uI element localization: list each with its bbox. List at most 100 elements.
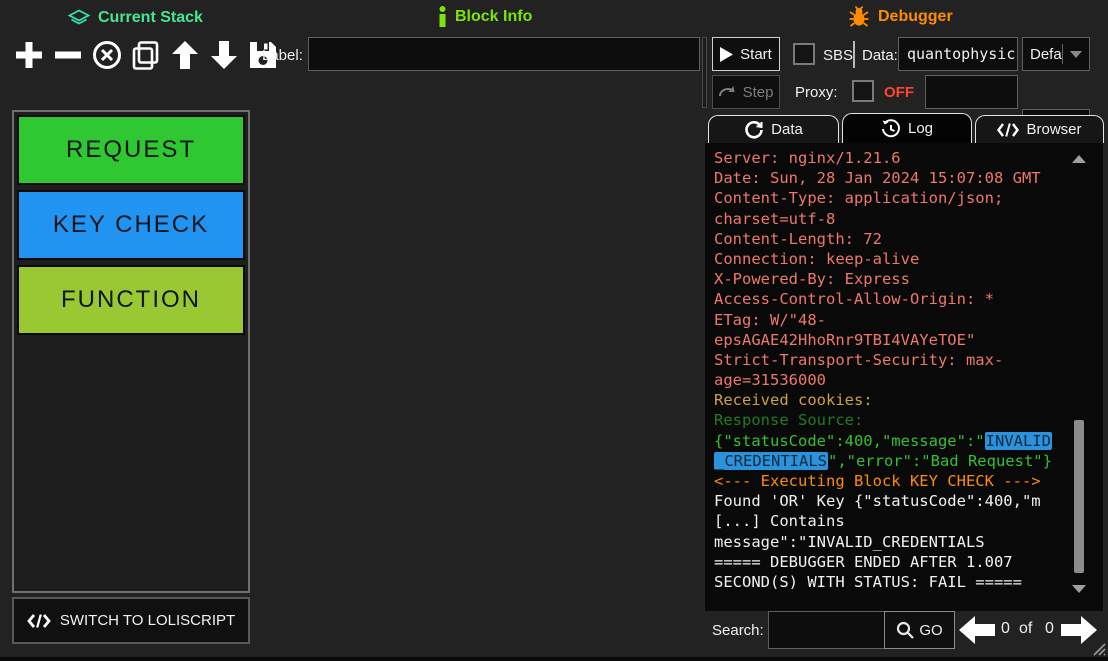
tab-browser[interactable]: Browser [975, 115, 1104, 143]
log-scrollbar-thumb[interactable] [1074, 420, 1084, 573]
minus-icon [52, 39, 84, 71]
log-segment: ETag: W/"48- [714, 311, 826, 329]
history-icon [881, 119, 901, 139]
start-button[interactable]: Start [712, 37, 780, 71]
log-segment: Received cookies: [714, 391, 873, 409]
stack-block-key-check[interactable]: KEY CHECK [17, 190, 245, 260]
log-segment: epsAGAE42HhoRnr9TBI4VAYeTOE" [714, 331, 975, 349]
log-segment: Access-Control-Allow-Origin: * [714, 290, 994, 308]
resize-grip[interactable] [1091, 641, 1106, 656]
log-segment: ===== DEBUGGER ENDED AFTER 1.007 [714, 553, 1013, 571]
log-segment: message":"INVALID_CREDENTIALS [714, 533, 985, 551]
switch-to-loliscript-button[interactable]: SWITCH TO LOLISCRIPT [12, 597, 250, 644]
layers-icon [67, 6, 91, 30]
pane-splitter[interactable] [702, 37, 707, 108]
stack-block-function[interactable]: FUNCTION [17, 265, 245, 335]
log-segment: Content-Length: 72 [714, 230, 882, 248]
arrow-up-icon [169, 39, 201, 71]
data-input[interactable] [898, 37, 1018, 71]
proxy-status: OFF [884, 84, 914, 101]
switch-button-label: SWITCH TO LOLISCRIPT [60, 612, 235, 629]
log-segment: [...] Contains [714, 512, 845, 530]
debugger-title: Debugger [847, 5, 953, 29]
move-up-button[interactable] [168, 38, 202, 72]
search-input[interactable] [768, 611, 885, 649]
refresh-icon [744, 120, 764, 140]
bug-icon [847, 5, 871, 29]
step-button[interactable]: Step [712, 75, 780, 109]
sbs-checkbox[interactable] [793, 43, 815, 65]
search-go-label: GO [919, 622, 942, 639]
arrow-right-icon [1061, 616, 1097, 644]
chevron-down-icon [1070, 51, 1082, 58]
clear-stack-button[interactable] [90, 38, 124, 72]
start-button-label: Start [740, 46, 772, 63]
stack-toolbar [12, 38, 280, 72]
search-current-count: 0 [1001, 620, 1010, 638]
log-segment: Server: nginx/1.21.6 [714, 149, 901, 167]
block-info-title: Block Info [437, 6, 532, 27]
clone-block-button[interactable] [129, 38, 163, 72]
info-icon [437, 6, 448, 27]
clone-icon [130, 39, 162, 71]
step-button-label: Step [743, 84, 774, 101]
search-of-label: of [1019, 620, 1032, 638]
proxy-input[interactable] [925, 75, 1018, 109]
tab-browser-label: Browser [1026, 121, 1081, 138]
proxy-checkbox[interactable] [852, 80, 874, 102]
log-segment: Strict-Transport-Security: max- [714, 351, 1003, 369]
log-segment: Found 'OR' Key {"statusCode":400,"m [714, 492, 1041, 510]
prev-match-button[interactable] [958, 615, 996, 645]
log-segment: ","error":"Bad Request"} [828, 452, 1052, 470]
stack-panel: REQUEST KEY CHECK FUNCTION [12, 110, 250, 593]
debugger-title-label: Debugger [878, 8, 953, 26]
current-stack-title: Current Stack [67, 6, 203, 30]
sbs-data-divider [853, 41, 855, 68]
current-stack-title-label: Current Stack [98, 9, 203, 27]
log-segment: charset=utf-8 [714, 210, 835, 228]
data-type-value: Default [1030, 46, 1063, 63]
plus-icon [13, 39, 45, 71]
window-bottom-edge [0, 657, 1108, 661]
tab-data-label: Data [771, 121, 803, 138]
log-segment: Content-Type: application/json; [714, 189, 1003, 207]
scroll-up-icon[interactable] [1072, 155, 1086, 163]
data-type-dropdown[interactable]: Default [1022, 37, 1090, 71]
scroll-down-icon[interactable] [1072, 585, 1086, 593]
play-icon [720, 47, 733, 62]
stack-block-request[interactable]: REQUEST [17, 115, 245, 185]
search-icon [896, 621, 914, 639]
sbs-label: SBS [823, 47, 853, 64]
log-segment: Date: Sun, 28 Jan 2024 15:07:08 GMT [714, 169, 1041, 187]
remove-block-button[interactable] [51, 38, 85, 72]
move-down-button[interactable] [207, 38, 241, 72]
log-segment: Response Source: [714, 411, 863, 429]
tab-log-label: Log [908, 120, 933, 137]
log-segment: <--- Executing Block KEY CHECK ---> [714, 472, 1041, 490]
log-segment: INVALID [985, 432, 1052, 450]
log-segment: {"statusCode":400,"message":" [714, 432, 985, 450]
circle-x-icon [91, 39, 123, 71]
label-field-input[interactable] [308, 37, 700, 71]
search-label: Search: [712, 622, 764, 639]
label-field-label: Label: [262, 47, 303, 64]
add-block-button[interactable] [12, 38, 46, 72]
log-segment: _CREDENTIALS [714, 452, 828, 470]
block-info-title-label: Block Info [455, 8, 532, 26]
arrow-left-icon [959, 616, 995, 644]
search-go-button[interactable]: GO [884, 611, 955, 649]
log-segment: age=31536000 [714, 371, 826, 389]
search-total-count: 0 [1045, 620, 1054, 638]
log-output: Server: nginx/1.21.6 Date: Sun, 28 Jan 20… [705, 143, 1103, 611]
code-icon [997, 122, 1019, 138]
log-segment: X-Powered-By: Express [714, 270, 910, 288]
tab-log[interactable]: Log [842, 113, 972, 143]
step-icon [719, 85, 736, 99]
arrow-down-icon [208, 39, 240, 71]
data-label: Data: [862, 47, 898, 64]
dropdown-divider [1062, 44, 1063, 64]
tab-data[interactable]: Data [708, 115, 839, 143]
code-icon [27, 613, 51, 629]
log-segment: SECOND(S) WITH STATUS: FAIL ===== [714, 573, 1022, 591]
proxy-label: Proxy: [795, 84, 838, 101]
